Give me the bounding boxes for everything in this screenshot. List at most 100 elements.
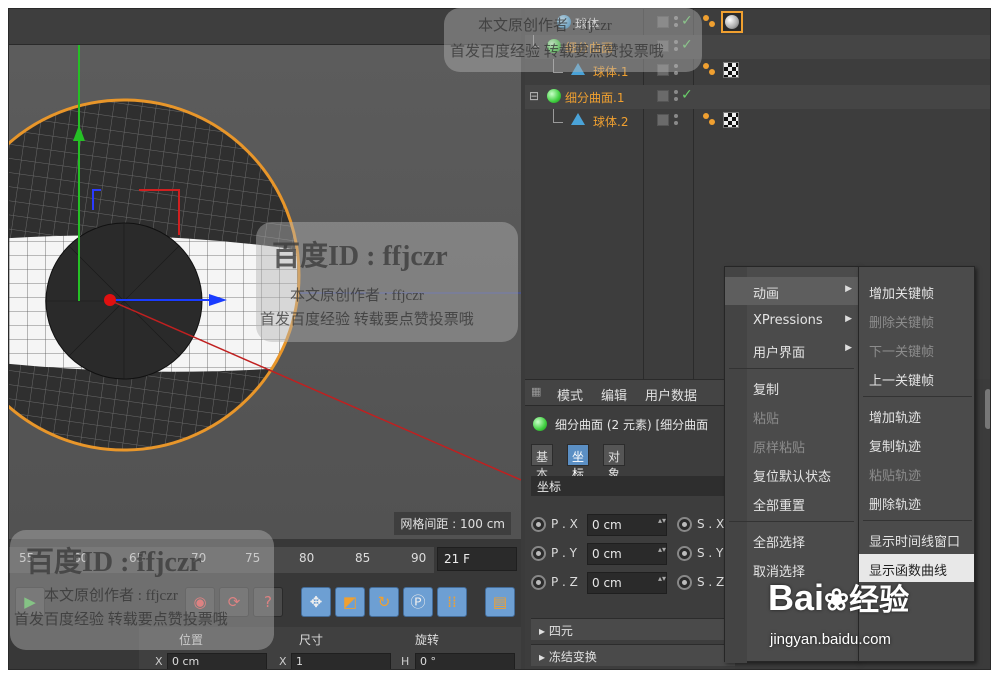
grip-icon: ▦: [531, 385, 542, 398]
checker-material-icon[interactable]: [723, 62, 739, 78]
axis-label: X: [155, 655, 163, 668]
menu-item-add-keyframe[interactable]: 增加关键帧: [859, 277, 974, 305]
header-rotation: 旋转: [415, 633, 440, 647]
menu-item-next-keyframe[interactable]: 下一关键帧: [859, 335, 974, 363]
baidu-jingyan-logo: Bai❀经验 jingyan.baidu.com: [768, 575, 968, 648]
menu-item-select-all[interactable]: 全部选择: [725, 526, 858, 554]
menu-item-animation[interactable]: 动画 ▶: [725, 277, 858, 305]
menu-separator: [863, 520, 972, 521]
menu-item-xpressions[interactable]: XPressions ▶: [725, 307, 858, 335]
visibility-toggle[interactable]: [657, 90, 669, 102]
baidu-logo-text: Bai❀经验: [768, 577, 910, 618]
header-size: 尺寸: [299, 633, 324, 647]
section-coordinates: 坐标: [531, 476, 735, 496]
menu-item-reset-default[interactable]: 复位默认状态: [725, 460, 858, 488]
menu-user-data[interactable]: 用户数据: [645, 385, 697, 404]
keyframe-radio[interactable]: [677, 575, 692, 590]
menu-item-label: 用户界面: [753, 346, 806, 361]
attribute-menu-bar: ▦ 模式 编辑 用户数据: [525, 380, 735, 406]
menu-item-reset-all[interactable]: 全部重置: [725, 489, 858, 517]
scale-icon[interactable]: ◩: [335, 587, 365, 617]
tab-coordinates[interactable]: 坐标: [567, 444, 590, 481]
collapse-icon[interactable]: ⊟: [529, 89, 539, 103]
scrollbar-thumb[interactable]: [985, 389, 990, 429]
object-row-sphere-2[interactable]: 球体.2: [525, 109, 990, 133]
menu-item-add-track[interactable]: 增加轨迹: [859, 401, 974, 429]
object-row-subdivision-1[interactable]: ⊟ 细分曲面.1 ✓: [525, 85, 990, 109]
material-sphere-icon[interactable]: [721, 11, 743, 33]
sphere-child-icon: [571, 113, 585, 125]
keyframe-radio[interactable]: [531, 546, 546, 561]
menu-item-user-interface[interactable]: 用户界面 ▶: [725, 336, 858, 364]
tree-branch: [553, 109, 563, 123]
attribute-title: 细分曲面 (2 元素) [细分曲面: [555, 418, 709, 432]
menu-item-previous-keyframe[interactable]: 上一关键帧: [859, 364, 974, 392]
object-name[interactable]: 细分曲面.1: [565, 89, 624, 106]
menu-item-label: XPressions: [753, 313, 823, 328]
tab-basic[interactable]: 基本: [531, 444, 554, 481]
coord-label: P . X: [551, 517, 578, 531]
axis-label: X: [279, 655, 287, 668]
coord-label: P . Y: [551, 546, 578, 560]
watermark-backdrop: [256, 222, 518, 342]
submenu-arrow-icon: ▶: [845, 314, 852, 324]
keyframe-radio[interactable]: [677, 546, 692, 561]
menu-mode[interactable]: 模式: [557, 385, 583, 404]
position-x-input[interactable]: 0 cm: [167, 653, 267, 669]
menu-separator: [863, 396, 972, 397]
keyframe-radio[interactable]: [677, 517, 692, 532]
tab-object[interactable]: 对象: [603, 444, 626, 481]
menu-separator: [729, 368, 854, 369]
texture-tag-icon[interactable]: [703, 15, 717, 29]
current-frame-field[interactable]: 21 F: [437, 547, 517, 571]
coord-label: S . Y: [697, 546, 724, 560]
texture-tag-icon[interactable]: [703, 63, 717, 77]
object-name[interactable]: 球体.2: [593, 113, 628, 130]
submenu-arrow-icon: ▶: [845, 343, 852, 353]
menu-item-paste-track[interactable]: 粘贴轨迹: [859, 459, 974, 487]
attribute-manager[interactable]: ▦ 模式 编辑 用户数据 细分曲面 (2 元素) [细分曲面 基本 坐标 对象 …: [525, 379, 735, 669]
position-z-field[interactable]: 0 cm: [587, 572, 667, 594]
coord-label: S . Z: [697, 575, 725, 589]
submenu-arrow-icon: ▶: [845, 284, 852, 294]
texture-tag-icon[interactable]: [703, 113, 717, 127]
ruler-tick: 90: [411, 551, 427, 565]
menu-edit[interactable]: 编辑: [601, 385, 627, 404]
subdivision-surface-icon: [533, 417, 547, 431]
visibility-toggle[interactable]: [657, 114, 669, 126]
fold-quaternion[interactable]: ▸ 四元: [531, 618, 735, 640]
checker-material-icon[interactable]: [723, 112, 739, 128]
rotation-h-input[interactable]: 0 °: [415, 653, 515, 669]
fold-freeze-transform[interactable]: ▸ 冻结变换: [531, 644, 735, 666]
coord-label: P . Z: [551, 575, 578, 589]
menu-item-copy-track[interactable]: 复制轨迹: [859, 430, 974, 458]
position-x-field[interactable]: 0 cm: [587, 514, 667, 536]
size-x-input[interactable]: 1: [291, 653, 391, 669]
position-y-field[interactable]: 0 cm: [587, 543, 667, 565]
menu-item-show-timeline[interactable]: 显示时间线窗口: [859, 525, 974, 553]
pla-dots-icon[interactable]: ⁞⁞: [437, 587, 467, 617]
enabled-check-icon[interactable]: ✓: [681, 87, 693, 103]
rotate-icon[interactable]: ↻: [369, 587, 399, 617]
coord-label: S . X: [697, 517, 725, 531]
menu-item-paste-as-is[interactable]: 原样粘贴: [725, 431, 858, 459]
parameter-icon[interactable]: Ⓟ: [403, 587, 433, 617]
paw-icon: ❀: [824, 584, 850, 617]
coord-row-py: P . Y 0 cm S . Y: [531, 543, 735, 565]
render-dots-icon[interactable]: [673, 89, 679, 103]
ruler-tick: 80: [299, 551, 315, 565]
watermark-backdrop: [10, 530, 274, 650]
film-strip-icon[interactable]: ▤: [485, 587, 515, 617]
keyframe-radio[interactable]: [531, 517, 546, 532]
baidu-url: jingyan.baidu.com: [770, 631, 891, 648]
menu-item-delete-track[interactable]: 删除轨迹: [859, 488, 974, 516]
keyframe-radio[interactable]: [531, 575, 546, 590]
grid-spacing-readout: 网格间距 : 100 cm: [394, 512, 511, 535]
menu-item-delete-keyframe[interactable]: 删除关键帧: [859, 306, 974, 334]
axis-label: H: [401, 655, 410, 668]
coord-row-pz: P . Z 0 cm S . Z: [531, 572, 735, 594]
render-dots-icon[interactable]: [673, 113, 679, 127]
menu-item-paste[interactable]: 粘贴: [725, 402, 858, 430]
menu-item-copy[interactable]: 复制: [725, 373, 858, 401]
move-icon[interactable]: ✥: [301, 587, 331, 617]
